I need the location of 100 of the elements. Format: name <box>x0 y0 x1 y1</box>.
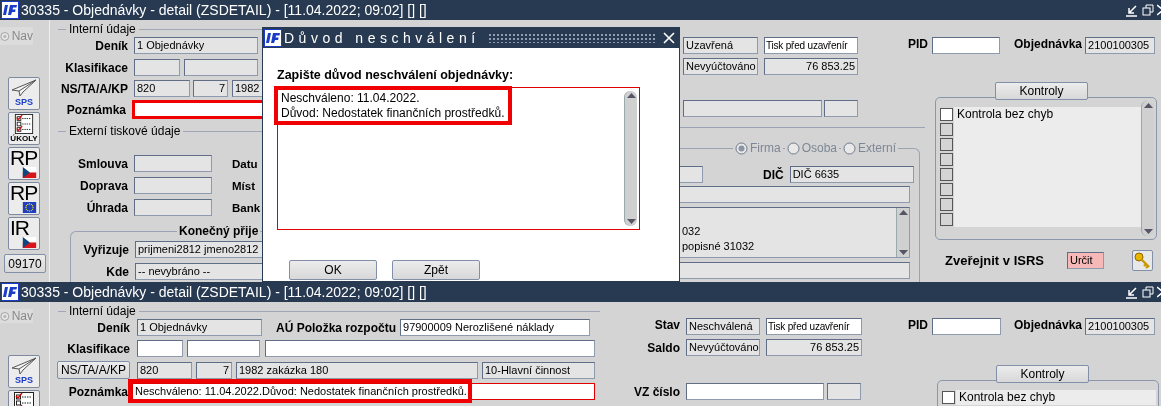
close-icon[interactable] <box>1157 286 1161 298</box>
text-field[interactable] <box>932 37 1000 54</box>
text-field[interactable]: 2100100305 <box>1085 37 1156 54</box>
text-field[interactable] <box>932 318 1001 335</box>
list-row[interactable]: Kontrola bez chyb <box>956 390 1156 405</box>
text-field[interactable]: -- nevybráno -- <box>135 263 262 280</box>
text-field[interactable] <box>824 100 858 117</box>
text-field[interactable]: 1982 zakázka 180 <box>236 361 478 379</box>
dialog-button[interactable]: Zpět <box>392 260 480 280</box>
key-icon <box>1134 252 1151 269</box>
checkbox[interactable] <box>941 391 955 404</box>
scroll-up-icon[interactable] <box>1143 103 1153 108</box>
text-field[interactable] <box>134 59 180 76</box>
checkbox[interactable] <box>939 213 953 226</box>
text-field[interactable]: 7 <box>193 80 228 97</box>
checkbox[interactable] <box>939 123 953 136</box>
toolbar-button[interactable]: ÚKOLY <box>8 112 40 145</box>
text-field[interactable] <box>683 100 822 117</box>
scrollbar[interactable] <box>1141 101 1154 236</box>
checkbox[interactable] <box>939 153 953 166</box>
checkbox[interactable] <box>939 108 953 121</box>
scroll-down-icon[interactable] <box>1143 229 1153 234</box>
field-label: PID <box>908 37 928 51</box>
text-field[interactable]: 76 853.25 <box>766 339 862 356</box>
field-label: Míst <box>232 179 255 192</box>
text-field[interactable]: 1982 <box>232 80 262 97</box>
text-field[interactable]: 820 <box>137 361 192 379</box>
toolbar-button[interactable]: RP <box>8 147 40 180</box>
close-icon[interactable] <box>663 32 675 44</box>
text-field[interactable]: Tisk před uzavřenír <box>764 37 858 54</box>
field-label: Zveřejnit v ISRS <box>945 253 1044 268</box>
text-field[interactable]: prijmeni2812 jmeno2812 <box>135 241 262 258</box>
field-label: Smlouva <box>77 156 128 171</box>
checks-button[interactable]: Kontroly <box>996 365 1089 383</box>
text-field[interactable]: 820 <box>134 80 190 97</box>
field-label: DIČ <box>763 167 784 182</box>
reason-text-area[interactable]: Neschváleno: 11.04.2022. Důvod: Nedostatek finančních prostředků. <box>277 87 640 230</box>
text-field[interactable] <box>134 155 212 172</box>
text-field[interactable] <box>187 340 260 357</box>
radio-icon <box>786 141 800 155</box>
logo-icon <box>1 1 19 19</box>
field-label: NS/TA/A/KP <box>59 81 128 96</box>
checklist-icon <box>14 114 34 134</box>
text-field[interactable]: 2100100305 <box>1085 318 1156 335</box>
text-field[interactable]: 76 853.25 <box>764 58 858 75</box>
ns-button[interactable]: NS/TA/A/KP <box>57 361 130 379</box>
text-field[interactable] <box>134 177 212 194</box>
flag-icon <box>21 237 38 248</box>
text-field[interactable] <box>137 340 183 357</box>
toolbar-button[interactable]: SPS <box>8 355 40 388</box>
field-label: Stav <box>653 318 680 332</box>
text-field[interactable]: Neschválená <box>686 318 760 335</box>
field-label: Klasifikace <box>64 60 128 75</box>
radio-icon <box>735 141 748 155</box>
restore-icon[interactable] <box>1142 286 1154 298</box>
scroll-down-icon[interactable] <box>626 219 636 224</box>
checkbox[interactable] <box>939 168 953 181</box>
field-label: Datu <box>232 157 258 170</box>
text-field[interactable]: 97900009 Nerozlišené náklady <box>400 319 590 336</box>
field-label: Úhrada <box>85 200 128 215</box>
dialog-button[interactable]: OK <box>289 260 377 280</box>
logo-icon <box>1 283 19 301</box>
minimize-icon[interactable] <box>1125 3 1138 17</box>
checkbox[interactable] <box>939 138 953 151</box>
scroll-down-icon[interactable] <box>898 250 908 255</box>
text-field[interactable]: 1 Objednávky <box>134 37 258 54</box>
text-field[interactable]: Nevyúčtováno <box>683 58 758 75</box>
scroll-up-icon[interactable] <box>898 210 908 215</box>
flag-icon <box>21 202 38 213</box>
text-field[interactable]: Tisk před uzavřenír <box>766 318 862 335</box>
toolbar-button[interactable]: SPS <box>8 77 40 110</box>
minimize-icon[interactable] <box>1125 285 1138 299</box>
text-field[interactable]: Nevyúčtováno <box>686 339 760 356</box>
field-label: Deník <box>96 320 130 335</box>
text-field[interactable] <box>184 59 258 76</box>
text-field[interactable]: Uzavřená <box>683 37 758 54</box>
toolbar-button[interactable]: IR <box>8 217 40 250</box>
dialog-prompt: Zapište důvod neschválení objednávky: <box>277 68 515 82</box>
field-label: Klasifikace <box>66 341 130 356</box>
scroll-up-icon[interactable] <box>626 93 636 98</box>
close-icon[interactable] <box>1157 4 1161 16</box>
text-field[interactable]: 10-Hlavní činnost <box>482 361 595 379</box>
text-field[interactable] <box>827 383 861 400</box>
text-field[interactable]: 1 Objednávky <box>137 319 262 336</box>
key-button[interactable] <box>1132 250 1153 271</box>
text-field[interactable] <box>132 100 262 119</box>
text-field[interactable] <box>265 340 595 357</box>
text-field[interactable] <box>686 383 824 400</box>
toolbar-button[interactable]: RP <box>8 182 40 215</box>
dialog-title: Důvod neschválení <box>284 30 480 46</box>
checkbox[interactable] <box>939 183 953 196</box>
scrollbar[interactable] <box>624 91 637 226</box>
checks-button[interactable]: Kontroly <box>995 82 1088 100</box>
text-field[interactable]: Určit <box>1067 252 1104 269</box>
code-button[interactable]: 09170 <box>4 254 46 273</box>
restore-icon[interactable] <box>1142 4 1154 16</box>
text-field[interactable]: 7 <box>196 361 232 379</box>
text-field[interactable] <box>134 199 212 216</box>
checkbox[interactable] <box>939 198 953 211</box>
list-row[interactable]: Kontrola bez chyb <box>954 107 1141 122</box>
